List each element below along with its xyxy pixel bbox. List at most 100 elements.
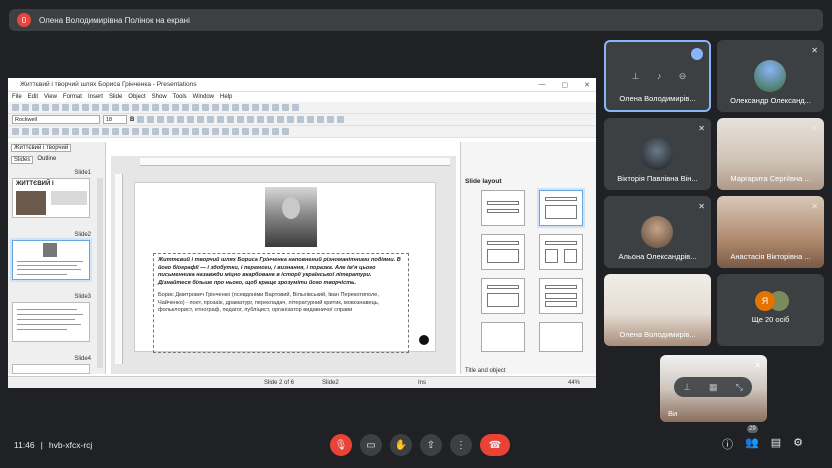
menu-slide[interactable]: Slide — [109, 94, 122, 100]
speaking-indicator-icon — [691, 48, 703, 60]
slide-thumbnail[interactable] — [12, 364, 90, 374]
tile-controls: ⊥ ♪ ⊖ — [623, 66, 695, 86]
mic-off-icon: ✕ — [811, 202, 818, 211]
slide-edit-area[interactable]: Життєвий і творчий шлях Бориса Грінченка… — [134, 182, 436, 353]
more-participants-tile[interactable]: Я Ще 20 осіб — [717, 274, 824, 346]
more-options-button[interactable]: ⋮ — [450, 434, 472, 456]
raise-hand-button[interactable]: ✋ — [390, 434, 412, 456]
menu-tools[interactable]: Tools — [173, 94, 187, 100]
people-icon[interactable]: 👥 29 — [745, 425, 759, 452]
shared-screen: Життєвий і творчий шлях Бориса Грінченка… — [8, 78, 596, 388]
layout-option[interactable] — [539, 278, 583, 314]
participant-tile[interactable]: ✕ Анастасія Вікторівна ... — [717, 196, 824, 268]
participant-tile[interactable]: ✕ Олександр Олександ... — [717, 40, 824, 112]
menu-edit[interactable]: Edit — [28, 94, 38, 100]
side-controls: ⓘ 👥 29 ▤ ⚙ — [722, 425, 803, 452]
menu-view[interactable]: View — [44, 94, 57, 100]
mic-off-icon: ✕ — [811, 46, 818, 55]
menu-insert[interactable]: Insert — [88, 94, 103, 100]
present-button[interactable]: ⇧ — [420, 434, 442, 456]
layout-option[interactable] — [481, 278, 525, 314]
slide-text-box[interactable]: Життєвий і творчий шлях Бориса Грінченка… — [153, 253, 409, 353]
chat-icon[interactable]: ▤ — [771, 436, 781, 452]
toolbar-standard — [8, 102, 596, 114]
toolbar-drawing — [8, 126, 596, 138]
app-titlebar: Життєвий і творчий шлях Бориса Грінченка… — [8, 78, 596, 92]
pin-icon[interactable]: ⊥ — [683, 382, 691, 393]
italic-icon[interactable] — [137, 116, 145, 123]
mic-off-button[interactable]: 🎙 — [330, 434, 352, 456]
doc-tab[interactable]: Життєвий і творчий — [11, 144, 72, 152]
vertical-ruler — [115, 174, 123, 364]
layout-option[interactable] — [481, 322, 525, 352]
close-icon[interactable]: ✕ — [584, 81, 590, 89]
layout-option[interactable] — [481, 234, 525, 270]
mic-off-icon: ✕ — [754, 361, 761, 370]
slide-label: Slide2 — [74, 232, 91, 238]
participant-name: Анастасія Вікторівна ... — [730, 252, 811, 261]
minimize-icon[interactable]: — — [539, 81, 546, 89]
tab-outline[interactable]: Outline — [35, 156, 58, 164]
layout-option[interactable] — [481, 190, 525, 226]
menu-format[interactable]: Format — [63, 94, 82, 100]
layout-name: Title and object — [465, 368, 506, 374]
font-name-box[interactable]: Rockwell — [12, 115, 100, 124]
layout-panel-title: Slide layout — [465, 178, 502, 185]
self-view-tile[interactable]: ✕ ⊥ ▦ ⤡ Ви — [660, 355, 767, 422]
frame-off-icon[interactable]: ⤡ — [736, 382, 743, 393]
record-dot-icon — [419, 335, 429, 345]
participant-name: Альона Олександрів... — [618, 252, 697, 261]
maximize-icon[interactable]: ▢ — [562, 81, 569, 89]
font-size-box[interactable]: 18 — [103, 115, 127, 124]
camera-button[interactable]: ▭ — [360, 434, 382, 456]
thumb-title: ЖИТТЄВИЙ І — [16, 181, 54, 187]
slide-label: Slide1 — [74, 170, 91, 176]
horizontal-ruler — [140, 158, 450, 166]
slide-thumbnail[interactable]: ЖИТТЄВИЙ І — [12, 178, 90, 218]
tab-slides[interactable]: Slides — [11, 156, 34, 164]
call-controls: 🎙 ▭ ✋ ⇧ ⋮ ☎ — [330, 434, 510, 456]
menu-window[interactable]: Window — [193, 94, 214, 100]
mic-icon[interactable]: ♪ — [657, 71, 662, 81]
participant-name: Олена Володимирів... — [619, 94, 696, 103]
status-zoom: 44% — [568, 379, 581, 386]
status-mode: Ins — [418, 379, 427, 386]
status-bar: Slide 2 of 6 Slide2 Ins 44% — [8, 376, 596, 388]
participant-tile[interactable]: ✕ Олена Володимирів... — [604, 274, 711, 346]
menubar: File Edit View Format Insert Slide Objec… — [8, 92, 596, 102]
bold-icon[interactable]: B — [130, 117, 134, 123]
more-participants-label: Ще 20 осіб — [751, 315, 790, 324]
participant-tile[interactable]: ✕ Вікторія Павлівна Він... — [604, 118, 711, 190]
layout-option[interactable] — [539, 322, 583, 352]
presenting-banner: 0 Олена Володимирівна Полінок на екрані — [9, 9, 823, 31]
layout-option[interactable] — [539, 190, 583, 226]
slide-text-intro: Життєвий і творчий шлях Бориса Грінченка… — [158, 257, 401, 286]
status-layout: Slide2 — [322, 379, 339, 386]
mic-off-icon: ✕ — [698, 124, 705, 133]
remove-icon[interactable]: ⊖ — [679, 71, 687, 82]
activities-icon[interactable]: ⚙ — [793, 436, 803, 452]
participant-tile[interactable]: ✕ Маргарита Сергіївна ... — [717, 118, 824, 190]
slide-thumbnail[interactable] — [12, 302, 90, 342]
participant-tile[interactable]: ✕ Альона Олександрів... — [604, 196, 711, 268]
slide-label: Slide4 — [74, 356, 91, 362]
participant-tile[interactable]: ⊥ ♪ ⊖ Олена Володимирів... — [604, 40, 711, 112]
menu-show[interactable]: Show — [152, 94, 167, 100]
slide-thumbnail[interactable] — [12, 240, 90, 280]
menu-help[interactable]: Help — [220, 94, 232, 100]
mic-off-icon: ✕ — [698, 280, 705, 289]
panel-scrollbar[interactable] — [97, 178, 103, 368]
info-icon[interactable]: ⓘ — [722, 436, 733, 452]
layout-option[interactable] — [539, 234, 583, 270]
pin-icon[interactable]: ⊥ — [632, 71, 640, 82]
underline-icon[interactable] — [147, 116, 155, 123]
window-title: Життєвий і творчий шлях Бориса Грінченка… — [20, 81, 197, 88]
grid-icon[interactable]: ▦ — [709, 382, 718, 393]
menu-object[interactable]: Object — [128, 94, 145, 100]
menu-file[interactable]: File — [12, 94, 22, 100]
portrait-image[interactable] — [265, 187, 317, 247]
slide-panel: Життєвий і творчий Slides Outline Slide1… — [8, 142, 106, 374]
self-tile-controls: ⊥ ▦ ⤡ — [674, 377, 752, 397]
participant-name: Вікторія Павлівна Він... — [617, 174, 698, 183]
leave-call-button[interactable]: ☎ — [480, 434, 510, 456]
